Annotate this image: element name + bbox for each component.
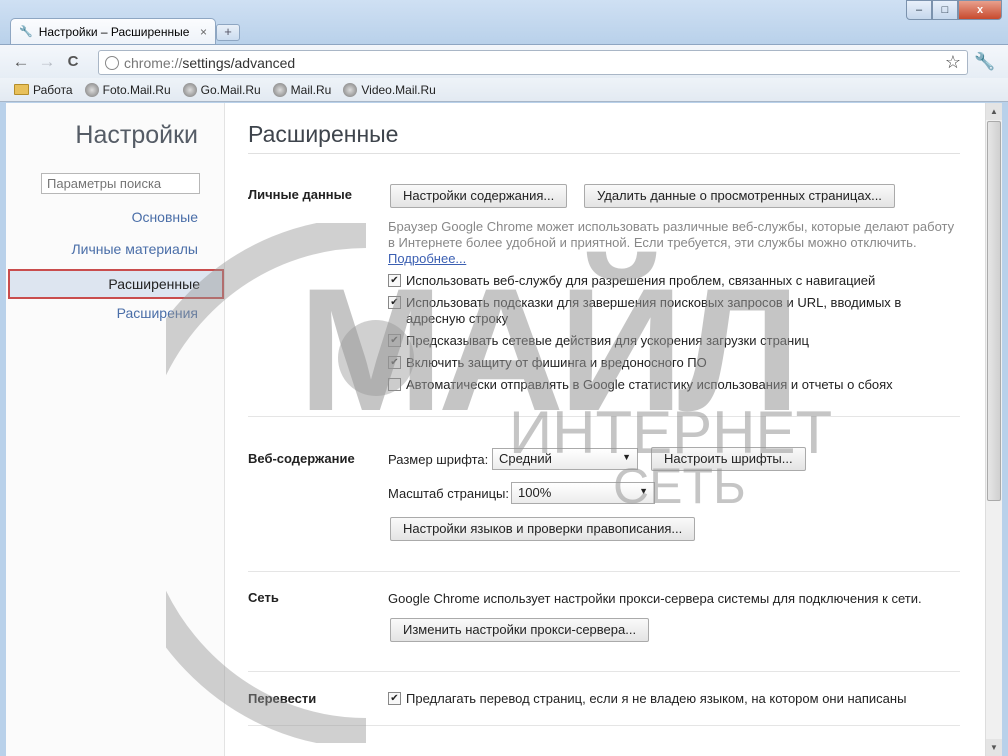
settings-search-input[interactable]	[41, 173, 200, 194]
scroll-thumb[interactable]	[987, 121, 1001, 501]
section-privacy-label: Личные данные	[248, 187, 352, 202]
close-window-button[interactable]: x	[958, 0, 1002, 20]
settings-main: Расширенные Личные данные Настройки соде…	[248, 103, 984, 756]
page-title: Расширенные	[248, 121, 399, 147]
network-description: Google Chrome использует настройки прокс…	[388, 591, 922, 606]
globe-icon	[84, 82, 99, 97]
divider	[248, 416, 960, 417]
tab-settings[interactable]: 🔧 Настройки – Расширенные ×	[10, 18, 216, 44]
scroll-down-arrow-icon[interactable]: ▼	[986, 739, 1002, 756]
sidebar-item-extensions[interactable]: Расширения	[117, 305, 198, 321]
checkbox-row[interactable]: ✔ Использовать веб-службу для разрешения…	[388, 273, 948, 289]
bookmark-go-mail[interactable]: Go.Mail.Ru	[182, 82, 261, 97]
checkbox[interactable]: ✔	[388, 274, 401, 287]
checkbox[interactable]: ✔	[388, 334, 401, 347]
minimize-button[interactable]: –	[906, 0, 932, 20]
privacy-description: Браузер Google Chrome может использовать…	[388, 219, 955, 266]
page-content: Настройки Основные Личные материалы Расш…	[6, 103, 1002, 756]
tab-close-icon[interactable]: ×	[200, 25, 207, 39]
url-text[interactable]: chrome://settings/advanced	[124, 55, 295, 71]
dropdown-arrow-icon: ▼	[622, 452, 631, 462]
proxy-settings-button[interactable]: Изменить настройки прокси-сервера...	[390, 618, 650, 642]
bookmark-video-mail[interactable]: Video.Mail.Ru	[343, 82, 436, 97]
reload-button[interactable]: C	[60, 53, 86, 70]
divider	[248, 725, 960, 726]
settings-sidebar: Настройки Основные Личные материалы Расш…	[6, 103, 225, 756]
bookmark-star-icon[interactable]: ☆	[945, 52, 961, 73]
checkbox-row[interactable]: ✔ Включить защиту от фишинга и вредоносн…	[388, 355, 948, 371]
dropdown-arrow-icon: ▼	[639, 486, 648, 496]
folder-icon	[14, 84, 29, 95]
divider	[248, 671, 960, 672]
checkbox[interactable]	[388, 378, 401, 391]
section-network-label: Сеть	[248, 590, 279, 605]
window-controls: – □ x	[906, 0, 1002, 20]
customize-fonts-button[interactable]: Настроить шрифты...	[651, 447, 806, 471]
checkbox-row[interactable]: ✔ Использовать подсказки для завершения …	[388, 295, 948, 327]
sidebar-item-basics[interactable]: Основные	[132, 209, 198, 225]
learn-more-link[interactable]: Подробнее...	[388, 251, 466, 266]
checkbox[interactable]: ✔	[388, 296, 401, 309]
vertical-scrollbar[interactable]: ▲ ▼	[985, 103, 1002, 756]
bookmark-foto-mail[interactable]: Foto.Mail.Ru	[84, 82, 171, 97]
sidebar-item-advanced[interactable]: Расширенные	[8, 269, 224, 299]
translate-checkbox-row[interactable]: ✔ Предлагать перевод страниц, если я не …	[388, 691, 948, 707]
tab-title: Настройки – Расширенные	[38, 24, 190, 39]
page-icon	[105, 55, 119, 70]
globe-icon	[182, 82, 197, 97]
bookmark-rabota[interactable]: Работа	[14, 83, 73, 97]
sidebar-title: Настройки	[75, 121, 198, 149]
checkbox-row[interactable]: Автоматически отправлять в Google статис…	[388, 377, 948, 393]
checkbox-row[interactable]: ✔ Предсказывать сетевые действия для уск…	[388, 333, 948, 349]
content-settings-button[interactable]: Настройки содержания...	[390, 184, 568, 208]
scroll-up-arrow-icon[interactable]: ▲	[986, 103, 1002, 120]
clear-browsing-data-button[interactable]: Удалить данные о просмотренных страницах…	[584, 184, 895, 208]
page-zoom-label: Масштаб страницы:	[388, 486, 509, 501]
languages-button[interactable]: Настройки языков и проверки правописания…	[390, 517, 696, 541]
section-translate-label: Перевести	[248, 691, 317, 706]
back-button[interactable]: ←	[8, 52, 34, 72]
font-size-label: Размер шрифта:	[388, 452, 489, 467]
address-bar[interactable]: chrome://settings/advanced ☆	[98, 50, 968, 75]
sidebar-item-personal[interactable]: Личные материалы	[71, 241, 198, 257]
bookmark-mail-ru[interactable]: Mail.Ru	[272, 82, 331, 97]
wrench-icon: 🔧	[19, 26, 33, 38]
bookmarks-bar: Работа Foto.Mail.Ru Go.Mail.Ru Mail.Ru V…	[0, 78, 1008, 102]
font-size-select[interactable]: Средний ▼	[492, 448, 638, 470]
forward-button[interactable]: →	[34, 52, 60, 72]
divider	[248, 571, 960, 572]
divider	[248, 153, 960, 154]
globe-icon	[272, 82, 287, 97]
maximize-button[interactable]: □	[932, 0, 958, 20]
browser-toolbar: ← → C chrome://settings/advanced ☆ 🔧	[0, 44, 1008, 78]
checkbox[interactable]: ✔	[388, 356, 401, 369]
wrench-menu-icon[interactable]: 🔧	[974, 52, 995, 72]
new-tab-button[interactable]: +	[216, 24, 240, 41]
page-zoom-select[interactable]: 100% ▼	[511, 482, 655, 504]
section-web-content-label: Веб-содержание	[248, 451, 355, 466]
title-bar: 🔧 Настройки – Расширенные × + – □ x	[0, 0, 1008, 44]
checkbox[interactable]: ✔	[388, 692, 401, 705]
globe-icon	[343, 82, 358, 97]
